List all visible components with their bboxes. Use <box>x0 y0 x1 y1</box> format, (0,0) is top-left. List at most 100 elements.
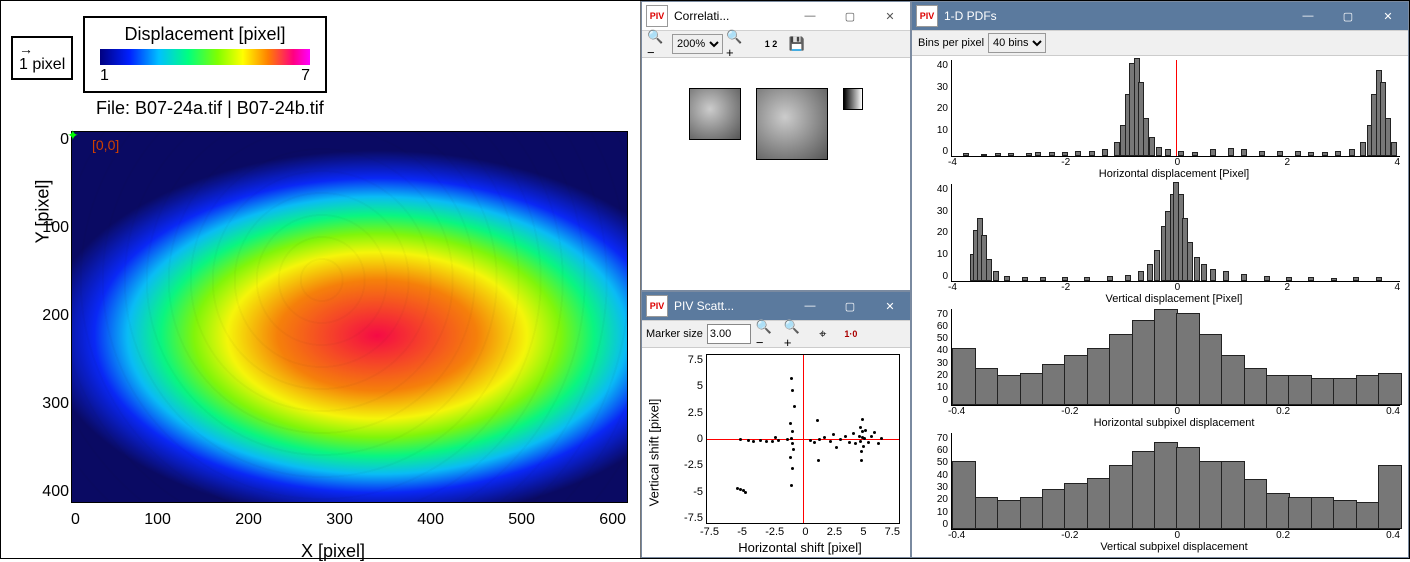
histogram-bar <box>1311 497 1335 529</box>
histogram-bar <box>1084 277 1090 281</box>
correlation-titlebar[interactable]: PIV Correlati... — ▢ ✕ <box>642 2 910 31</box>
maximize-button[interactable]: ▢ <box>1328 2 1368 30</box>
zoom-in-button[interactable]: 🔍+ <box>725 32 749 56</box>
scatter-point <box>739 438 742 441</box>
histogram-bar <box>1288 497 1312 529</box>
save-button[interactable]: 💾 <box>785 32 809 56</box>
scatter-xlabel: Horizontal shift [pixel] <box>700 538 900 555</box>
histogram-bar <box>1062 152 1068 156</box>
scatter-point <box>859 426 862 429</box>
zoom-in-icon: 🔍+ <box>726 29 748 60</box>
scatter-point <box>839 438 842 441</box>
scatter-point <box>790 377 793 380</box>
scatter-point <box>791 442 794 445</box>
app-icon: PIV <box>646 5 668 27</box>
heatmap-plot[interactable]: ✦ [0,0] <box>71 131 628 503</box>
zoom-out-button[interactable]: 🔍− <box>646 32 670 56</box>
zoom-select[interactable]: 50%100%150%200%400% <box>672 34 723 54</box>
histogram-bar <box>1335 151 1341 157</box>
scatter-point <box>854 442 857 445</box>
scatter-point <box>861 430 864 433</box>
target-button[interactable]: ⌖ <box>811 322 835 346</box>
scatter-titlebar[interactable]: PIV PIV Scatt... — ▢ ✕ <box>642 292 910 321</box>
histogram-bar <box>1087 478 1111 530</box>
histogram-bar <box>952 461 976 529</box>
histogram-bar <box>1244 479 1268 529</box>
pdf-histogram[interactable] <box>951 60 1400 157</box>
histogram-bar <box>1210 269 1216 281</box>
scale-legend: → 1 pixel <box>11 36 73 80</box>
scale-text: 1 pixel <box>19 56 65 73</box>
histogram-bar <box>1223 271 1229 280</box>
thumbnail-window-b[interactable] <box>756 88 828 160</box>
close-button[interactable]: ✕ <box>870 292 910 320</box>
scatter-point <box>777 439 780 442</box>
histogram-bar <box>1376 277 1382 280</box>
minimize-button[interactable]: — <box>1288 2 1328 30</box>
histogram-bar <box>1356 502 1380 529</box>
scatter-point <box>816 419 819 422</box>
histogram-bar <box>981 154 987 157</box>
maximize-button[interactable]: ▢ <box>830 292 870 320</box>
close-button[interactable]: ✕ <box>1368 2 1408 30</box>
scatter-point <box>859 440 862 443</box>
pdfs-title: 1-D PDFs <box>942 9 1288 23</box>
histogram-bar <box>1022 277 1028 281</box>
zoom-in-button[interactable]: 🔍+ <box>783 322 807 346</box>
histogram-bar <box>1089 151 1095 157</box>
pdf-xlabel: Horizontal subpixel displacement <box>948 417 1400 429</box>
scatter-point <box>863 437 866 440</box>
histogram-bar <box>1176 313 1200 404</box>
histogram-bar <box>1295 151 1301 156</box>
correlation-window: PIV Correlati... — ▢ ✕ 🔍− 50%100%150%200… <box>641 1 911 291</box>
pdf-xlabel: Horizontal displacement [Pixel] <box>948 168 1400 180</box>
scatter-point <box>877 442 880 445</box>
close-button[interactable]: ✕ <box>870 2 910 30</box>
minimize-button[interactable]: — <box>790 2 830 30</box>
scatter-point <box>862 445 865 448</box>
pdf-histogram[interactable] <box>951 433 1400 530</box>
scatter-window: PIV PIV Scatt... — ▢ ✕ Marker size 🔍− 🔍+… <box>641 291 911 558</box>
thumbnail-correlation-peak[interactable] <box>843 88 863 110</box>
app-icon: PIV <box>646 295 668 317</box>
histogram-bar <box>1311 378 1335 405</box>
histogram-bar <box>1075 151 1081 156</box>
histogram-bar <box>1020 373 1044 405</box>
histogram-bar <box>1132 451 1156 529</box>
histogram-bar <box>1266 493 1290 529</box>
histogram-bar <box>1138 271 1144 280</box>
pdf-chart-3: 706050403020100-0.4-0.200.20.4Vertical s… <box>920 433 1400 553</box>
histogram-bar <box>1356 375 1380 405</box>
zoom-in-icon: 🔍+ <box>784 319 806 350</box>
arrow-right-icon: → <box>19 42 65 56</box>
histogram-button[interactable]: 1·0 <box>839 322 863 346</box>
histogram-bar <box>1391 142 1397 156</box>
histogram-bar <box>1040 277 1046 281</box>
scatter-point <box>860 450 863 453</box>
minimize-button[interactable]: — <box>790 292 830 320</box>
histogram-bar <box>1178 151 1184 157</box>
zoom-out-button[interactable]: 🔍− <box>755 322 779 346</box>
marker-size-input[interactable] <box>707 324 751 344</box>
displacement-map-panel: → 1 pixel Displacement [pixel] 1 7 File:… <box>1 1 641 558</box>
histogram-bar <box>1109 334 1133 405</box>
scatter-plot[interactable] <box>706 354 900 524</box>
scatter-point <box>791 430 794 433</box>
pdf-histogram[interactable] <box>951 184 1400 281</box>
scatter-point <box>774 436 777 439</box>
file-label: File: B07-24a.tif | B07-24b.tif <box>96 98 324 119</box>
bins-select[interactable]: 40 bins <box>988 33 1046 53</box>
pdf-chart-0: 403020100-4-2024Horizontal displacement … <box>920 60 1400 180</box>
side-by-side-button[interactable]: 1 2 <box>759 32 783 56</box>
scatter-point <box>818 438 821 441</box>
maximize-button[interactable]: ▢ <box>830 2 870 30</box>
pdfs-titlebar[interactable]: PIV 1-D PDFs — ▢ ✕ <box>912 2 1408 31</box>
pdf-histogram[interactable] <box>951 309 1400 406</box>
scatter-point <box>852 432 855 435</box>
histogram-bar <box>1165 149 1171 156</box>
thumbnail-window-a[interactable] <box>689 88 741 140</box>
colorbar-title: Displacement [pixel] <box>100 24 310 45</box>
histogram-bar <box>1147 264 1153 280</box>
scatter-point <box>744 491 747 494</box>
histogram-bar <box>1308 277 1314 280</box>
